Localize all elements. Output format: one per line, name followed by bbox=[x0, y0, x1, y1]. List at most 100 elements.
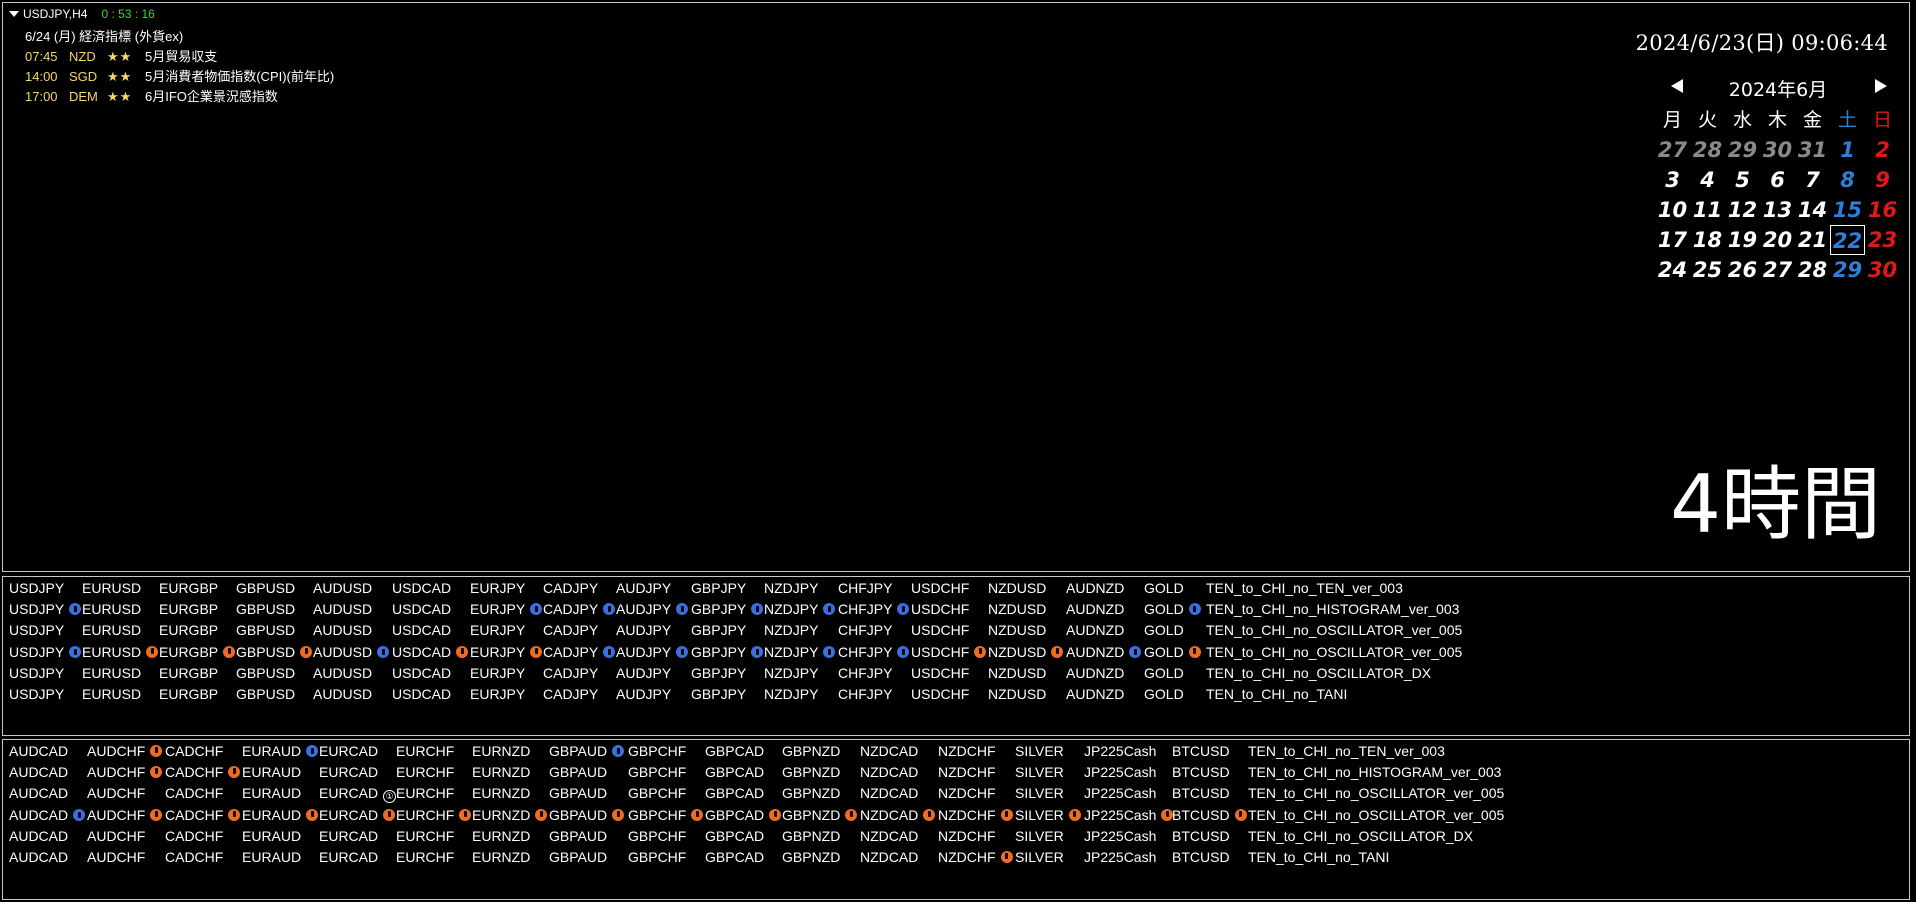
symbol-cell[interactable]: EURNZD bbox=[472, 826, 530, 847]
calendar-day[interactable]: 12 bbox=[1725, 195, 1760, 225]
symbol-cell[interactable]: AUDCAD bbox=[9, 762, 68, 783]
symbol-cell[interactable]: AUDCHF bbox=[87, 783, 145, 804]
symbol-cell[interactable]: EURJPY bbox=[470, 620, 525, 641]
symbol-cell[interactable]: AUDJPY bbox=[616, 642, 689, 663]
symbol-cell[interactable]: EURGBP bbox=[159, 620, 218, 641]
symbol-cell[interactable]: SILVER bbox=[1015, 741, 1064, 762]
symbol-cell[interactable]: JP225Cash bbox=[1084, 805, 1174, 826]
triangle-right-icon[interactable] bbox=[1875, 79, 1887, 93]
calendar-day[interactable]: 3 bbox=[1655, 165, 1690, 195]
symbol-cell[interactable]: EURCAD bbox=[319, 762, 378, 783]
symbol-cell[interactable]: AUDCHF bbox=[87, 826, 145, 847]
symbol-cell[interactable]: GBPUSD bbox=[236, 684, 295, 705]
symbol-cell[interactable]: CHFJPY bbox=[838, 578, 892, 599]
symbol-cell[interactable]: SILVER bbox=[1015, 762, 1064, 783]
symbol-cell[interactable]: AUDJPY bbox=[616, 620, 671, 641]
calendar-day[interactable]: 9 bbox=[1865, 165, 1900, 195]
calendar-day[interactable]: 30 bbox=[1760, 135, 1795, 165]
symbol-cell[interactable]: GOLD bbox=[1144, 599, 1201, 620]
symbol-cell[interactable]: EURGBP bbox=[159, 599, 218, 620]
symbol-cell[interactable]: AUDNZD bbox=[1066, 620, 1124, 641]
symbol-cell[interactable]: GBPCAD bbox=[705, 762, 764, 783]
symbol-cell[interactable]: AUDCHF bbox=[87, 805, 163, 826]
symbol-cell[interactable]: NZDCAD bbox=[860, 741, 918, 762]
symbol-cell[interactable]: GOLD bbox=[1144, 620, 1184, 641]
calendar-day[interactable]: 8 bbox=[1830, 165, 1865, 195]
symbol-cell[interactable]: SILVER bbox=[1015, 826, 1064, 847]
symbol-cell[interactable]: NZDCHF bbox=[938, 762, 996, 783]
symbol-cell[interactable]: NZDJPY bbox=[764, 684, 818, 705]
symbol-cell[interactable]: BTCUSD bbox=[1172, 847, 1230, 868]
symbol-cell[interactable]: BTCUSD bbox=[1172, 805, 1247, 826]
symbol-cell[interactable]: NZDUSD bbox=[988, 684, 1046, 705]
symbol-cell[interactable]: JP225Cash bbox=[1084, 762, 1156, 783]
symbol-cell[interactable]: GBPNZD bbox=[782, 762, 840, 783]
symbol-cell[interactable]: EURCAD ① bbox=[319, 783, 397, 804]
symbol-cell[interactable]: AUDCHF bbox=[87, 741, 163, 762]
symbol-cell[interactable]: JP225Cash bbox=[1084, 741, 1156, 762]
symbol-cell[interactable]: EURCAD bbox=[319, 805, 396, 826]
symbol-cell[interactable]: AUDJPY bbox=[616, 578, 671, 599]
symbol-cell[interactable]: GBPCAD bbox=[705, 826, 764, 847]
symbol-cell[interactable]: EURGBP bbox=[159, 578, 218, 599]
calendar-day[interactable]: 29 bbox=[1725, 135, 1760, 165]
calendar-day[interactable]: 19 bbox=[1725, 225, 1760, 255]
calendar-day[interactable]: 25 bbox=[1690, 255, 1725, 285]
symbol-cell[interactable]: GBPNZD bbox=[782, 847, 840, 868]
symbol-cell[interactable]: NZDUSD bbox=[988, 578, 1046, 599]
symbol-cell[interactable]: EURAUD bbox=[242, 762, 301, 783]
symbol-cell[interactable]: USDCAD bbox=[392, 642, 469, 663]
calendar-day[interactable]: 16 bbox=[1865, 195, 1900, 225]
calendar-day[interactable]: 4 bbox=[1690, 165, 1725, 195]
calendar-day[interactable]: 2 bbox=[1865, 135, 1900, 165]
symbol-cell[interactable]: GBPCHF bbox=[628, 762, 686, 783]
symbol-cell[interactable]: EURUSD bbox=[82, 642, 159, 663]
symbol-cell[interactable]: USDJPY bbox=[9, 684, 64, 705]
symbol-cell[interactable]: NZDJPY bbox=[764, 578, 818, 599]
symbol-cell[interactable]: EURCHF bbox=[396, 826, 454, 847]
symbol-cell[interactable]: NZDCAD bbox=[860, 805, 936, 826]
symbol-cell[interactable]: BTCUSD bbox=[1172, 741, 1230, 762]
symbol-cell[interactable]: NZDCAD bbox=[860, 826, 918, 847]
symbol-cell[interactable]: USDJPY bbox=[9, 620, 64, 641]
calendar-day[interactable]: 13 bbox=[1760, 195, 1795, 225]
calendar-day[interactable]: 20 bbox=[1760, 225, 1795, 255]
symbol-cell[interactable]: BTCUSD bbox=[1172, 826, 1230, 847]
symbol-cell[interactable]: AUDNZD bbox=[1066, 599, 1124, 620]
symbol-cell[interactable]: GBPJPY bbox=[691, 599, 764, 620]
symbol-cell[interactable]: EURCHF bbox=[396, 762, 454, 783]
symbol-cell[interactable]: EURCHF bbox=[396, 741, 454, 762]
symbol-cell[interactable]: USDCAD bbox=[392, 663, 451, 684]
symbol-cell[interactable]: EURAUD bbox=[242, 783, 301, 804]
symbol-cell[interactable]: GBPNZD bbox=[782, 783, 840, 804]
symbol-cell[interactable]: EURJPY bbox=[470, 578, 525, 599]
symbol-cell[interactable]: NZDUSD bbox=[988, 620, 1046, 641]
symbol-cell[interactable]: CHFJPY bbox=[838, 620, 892, 641]
symbol-cell[interactable]: AUDCAD bbox=[9, 805, 86, 826]
symbol-cell[interactable]: AUDCHF bbox=[87, 847, 145, 868]
symbol-cell[interactable]: AUDCAD bbox=[9, 741, 68, 762]
symbol-cell[interactable]: NZDCHF bbox=[938, 783, 996, 804]
symbol-cell[interactable]: GBPCHF bbox=[628, 783, 686, 804]
symbol-cell[interactable]: SILVER bbox=[1015, 847, 1064, 868]
symbol-cell[interactable]: GBPUSD bbox=[236, 578, 295, 599]
symbol-cell[interactable]: USDCAD bbox=[392, 620, 451, 641]
symbol-cell[interactable]: AUDNZD bbox=[1066, 684, 1124, 705]
symbol-cell[interactable]: CADCHF bbox=[165, 847, 223, 868]
symbol-cell[interactable]: AUDUSD bbox=[313, 663, 372, 684]
symbol-cell[interactable]: EURAUD bbox=[242, 826, 301, 847]
symbol-cell[interactable]: CADJPY bbox=[543, 620, 598, 641]
symbol-cell[interactable]: GOLD bbox=[1144, 578, 1184, 599]
symbol-cell[interactable]: EURUSD bbox=[82, 620, 141, 641]
symbol-cell[interactable]: NZDCHF bbox=[938, 826, 996, 847]
calendar-day[interactable]: 1 bbox=[1830, 135, 1865, 165]
symbol-cell[interactable]: NZDJPY bbox=[764, 642, 836, 663]
symbol-cell[interactable]: EURCAD bbox=[319, 847, 378, 868]
symbol-cell[interactable]: GBPJPY bbox=[691, 578, 746, 599]
symbol-cell[interactable]: AUDNZD bbox=[1066, 578, 1124, 599]
symbol-cell[interactable]: SILVER bbox=[1015, 805, 1081, 826]
symbol-cell[interactable]: NZDUSD bbox=[988, 599, 1046, 620]
calendar-day[interactable]: 27 bbox=[1760, 255, 1795, 285]
symbol-cell[interactable]: USDJPY bbox=[9, 599, 82, 620]
symbol-cell[interactable]: GBPAUD bbox=[549, 783, 607, 804]
